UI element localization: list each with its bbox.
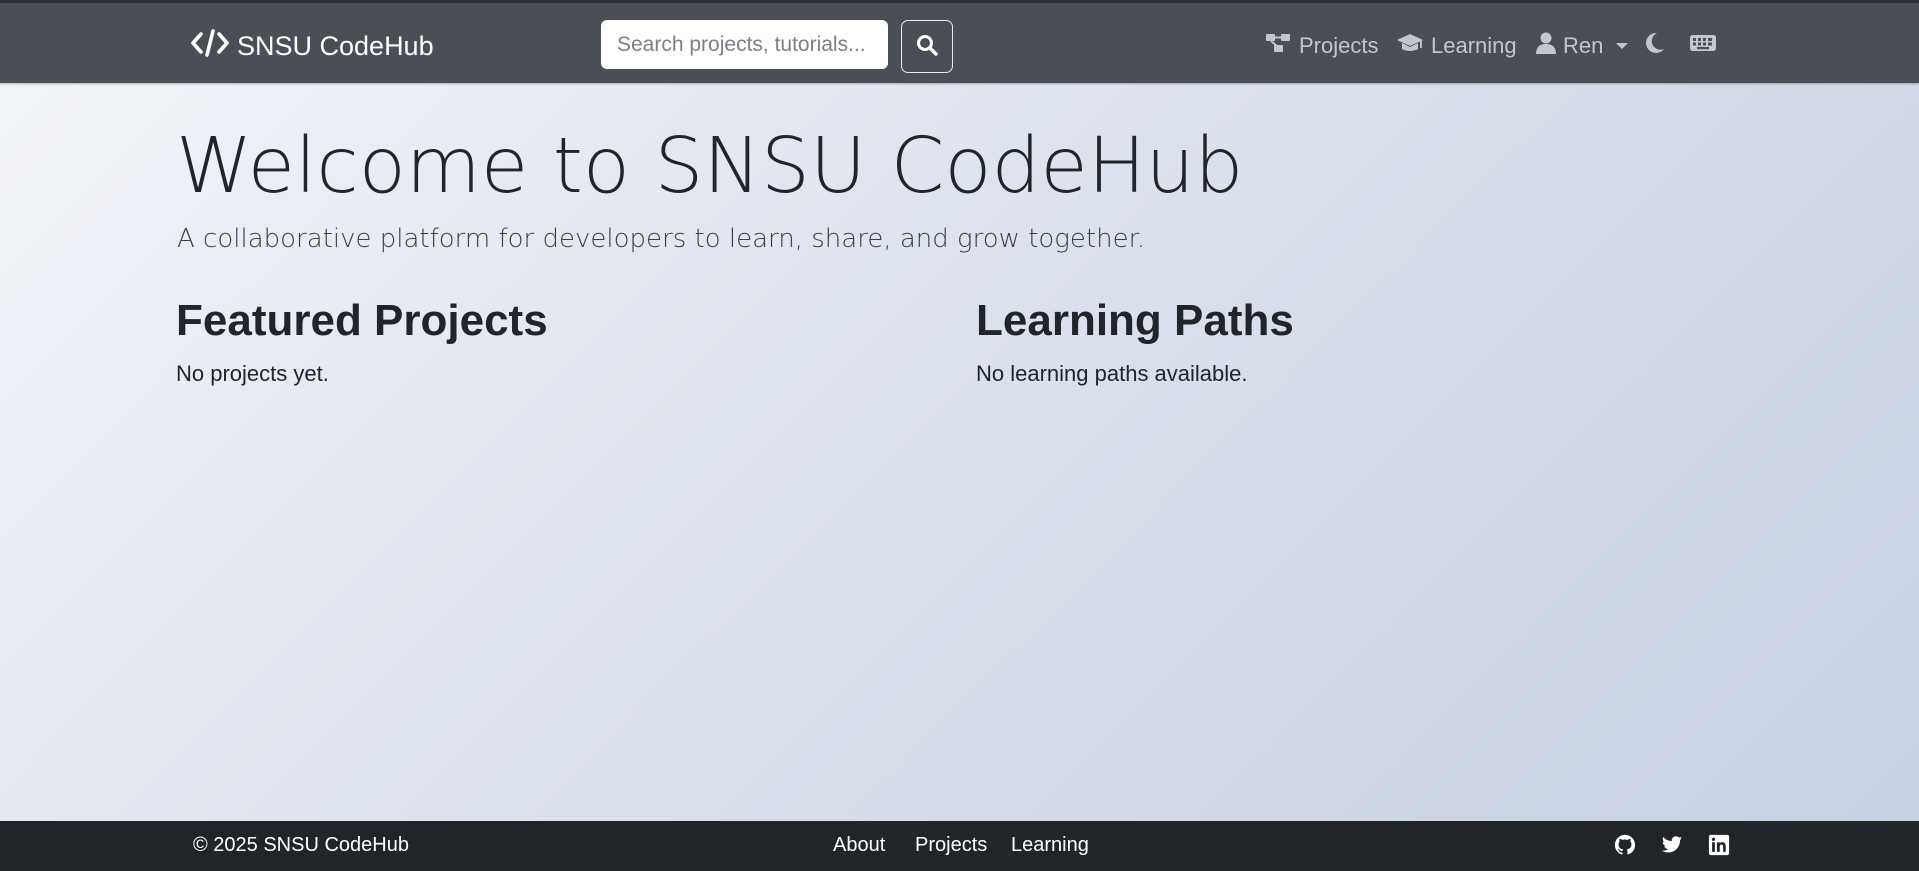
user-menu-dropdown[interactable]: Ren bbox=[1536, 27, 1629, 65]
hero-subtitle: A collaborative platform for developers … bbox=[177, 224, 1146, 254]
github-icon[interactable] bbox=[1614, 834, 1636, 856]
footer-link-projects[interactable]: Projects bbox=[915, 834, 987, 857]
keyboard-shortcuts-button[interactable] bbox=[1690, 27, 1716, 65]
copyright-text: © 2025 SNSU CodeHub bbox=[193, 834, 409, 856]
code-icon bbox=[191, 28, 229, 64]
learning-paths-empty-text: No learning paths available. bbox=[976, 361, 1248, 386]
linkedin-icon[interactable] bbox=[1708, 834, 1730, 856]
moon-icon bbox=[1645, 32, 1665, 60]
learning-paths-heading: Learning Paths bbox=[976, 296, 1294, 345]
graduation-cap-icon bbox=[1396, 32, 1424, 60]
theme-toggle-button[interactable] bbox=[1645, 27, 1665, 65]
nav-learning[interactable]: Learning bbox=[1396, 27, 1517, 65]
nav-projects[interactable]: Projects bbox=[1266, 27, 1378, 65]
page-footer: © 2025 SNSU CodeHub About Projects Learn… bbox=[0, 821, 1919, 871]
search-button[interactable] bbox=[901, 20, 953, 73]
user-icon bbox=[1536, 32, 1556, 60]
hero-title: Welcome to SNSU CodeHub bbox=[176, 122, 1244, 211]
chevron-down-icon bbox=[1616, 43, 1629, 49]
brand-link[interactable]: SNSU CodeHub bbox=[191, 27, 434, 65]
twitter-icon[interactable] bbox=[1661, 834, 1683, 856]
featured-projects-heading: Featured Projects bbox=[176, 296, 548, 345]
user-name: Ren bbox=[1563, 33, 1604, 58]
keyboard-icon bbox=[1690, 33, 1716, 59]
search-icon bbox=[916, 34, 938, 59]
nav-learning-label: Learning bbox=[1431, 33, 1517, 58]
brand-name: SNSU CodeHub bbox=[237, 30, 434, 61]
top-navbar: SNSU CodeHub Projects bbox=[0, 3, 1919, 83]
footer-link-about[interactable]: About bbox=[833, 834, 885, 857]
footer-link-learning[interactable]: Learning bbox=[1011, 834, 1089, 857]
nav-projects-label: Projects bbox=[1299, 33, 1379, 58]
search-input[interactable] bbox=[601, 20, 888, 69]
featured-projects-empty-text: No projects yet. bbox=[176, 361, 329, 386]
project-diagram-icon bbox=[1266, 33, 1292, 59]
